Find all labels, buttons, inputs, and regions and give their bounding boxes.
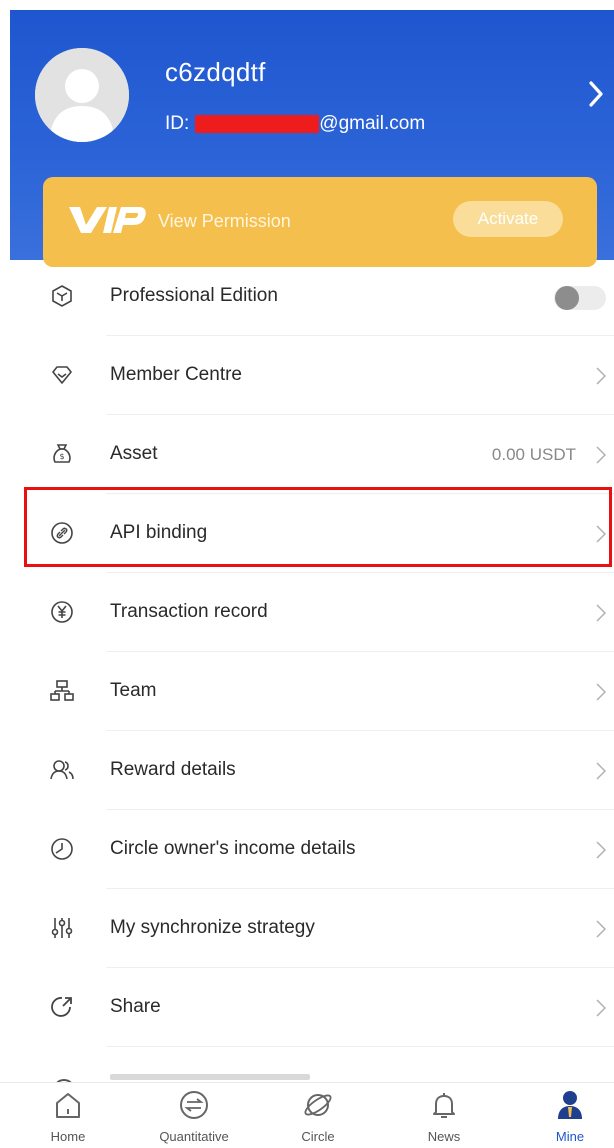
username: c6zdqdtf <box>165 57 266 87</box>
home-icon <box>56 1093 80 1118</box>
activate-button[interactable]: Activate <box>453 201 563 237</box>
divider <box>106 651 614 652</box>
divider <box>106 572 614 573</box>
highlight-box <box>24 487 612 567</box>
mine-page: c6zdqdtf ID: @gmail.com View Permission … <box>0 0 614 1148</box>
tab-circle-label: Circle <box>301 1129 335 1144</box>
exchange-icon <box>180 1091 208 1119</box>
menu-item-reward-details[interactable]: Reward details <box>0 732 614 810</box>
tab-mine-label: Mine <box>555 1129 585 1144</box>
money-bag-icon: $ <box>53 444 71 463</box>
menu-item-circle-owner-s-income-details[interactable]: Circle owner's income details <box>0 811 614 889</box>
divider <box>106 730 614 731</box>
cube-icon <box>52 285 72 307</box>
tab-quantitative-label: Quantitative <box>159 1129 229 1144</box>
sliders-icon <box>51 918 73 938</box>
user-id: ID: @gmail.com <box>165 113 425 135</box>
partial-text <box>110 1074 310 1080</box>
menu-item-label: My synchronize strategy <box>110 917 315 938</box>
user-id-label: ID: <box>165 113 190 134</box>
chevron-right-icon <box>596 920 606 938</box>
planet-icon <box>304 1094 332 1116</box>
menu-item-label: Circle owner's income details <box>110 838 356 859</box>
menu-item-label: Share <box>110 996 161 1017</box>
menu-item-share[interactable]: Share <box>0 969 614 1047</box>
divider <box>106 1046 614 1047</box>
clock-icon <box>51 838 73 860</box>
menu-item-label: Professional Edition <box>110 285 278 306</box>
divider <box>106 414 614 415</box>
chevron-right-icon <box>596 841 606 859</box>
tab-mine[interactable]: Mine <box>520 1083 614 1148</box>
chevron-right-icon <box>596 446 606 464</box>
menu-item-my-synchronize-strategy[interactable]: My synchronize strategy <box>0 890 614 968</box>
tab-news[interactable]: News <box>394 1083 494 1148</box>
menu-item-asset[interactable]: $ Asset 0.00 USDT <box>0 416 614 494</box>
menu-item-professional-edition[interactable]: Professional Edition <box>0 258 614 336</box>
avatar-placeholder-icon <box>35 48 129 142</box>
toggle-knob <box>555 286 579 310</box>
redaction-bar <box>195 115 320 133</box>
svg-text:$: $ <box>59 452 64 461</box>
chevron-right-icon[interactable] <box>588 80 604 108</box>
divider <box>106 967 614 968</box>
menu-item-team[interactable]: Team <box>0 653 614 731</box>
menu-item-value: 0.00 USDT <box>491 445 576 464</box>
person-icon <box>558 1091 582 1119</box>
vip-logo-icon <box>69 207 146 233</box>
yen-icon <box>51 601 73 623</box>
vip-permission-label[interactable]: View Permission <box>158 211 291 232</box>
user-email-suffix: @gmail.com <box>319 113 426 134</box>
menu-item-transaction-record[interactable]: Transaction record <box>0 574 614 652</box>
menu-item-label: Member Centre <box>110 364 242 385</box>
diamond-icon <box>52 366 72 384</box>
tab-home-label: Home <box>50 1129 86 1144</box>
chevron-right-icon <box>596 762 606 780</box>
menu-item-label: Team <box>110 680 157 701</box>
tab-home[interactable]: Home <box>18 1083 118 1148</box>
tab-circle[interactable]: Circle <box>268 1083 368 1148</box>
menu-item-member-centre[interactable]: Member Centre <box>0 337 614 415</box>
menu-item-label: Transaction record <box>110 601 268 622</box>
divider <box>106 888 614 889</box>
professional-edition-toggle[interactable] <box>554 286 606 310</box>
tab-quantitative[interactable]: Quantitative <box>144 1083 244 1148</box>
chevron-right-icon <box>596 604 606 622</box>
tab-bar: Home Quantitative Circle News Mine <box>0 1082 614 1148</box>
org-chart-icon <box>50 680 74 701</box>
chevron-right-icon <box>596 367 606 385</box>
divider <box>106 335 614 336</box>
menu-item-label: Asset <box>110 443 158 464</box>
chevron-right-icon <box>596 999 606 1017</box>
bell-icon <box>433 1093 455 1118</box>
divider <box>106 809 614 810</box>
avatar[interactable] <box>35 48 129 142</box>
tab-news-label: News <box>427 1129 461 1144</box>
users-icon <box>50 760 74 780</box>
menu-item-label: Reward details <box>110 759 236 780</box>
chevron-right-icon <box>596 683 606 701</box>
share-icon <box>51 997 72 1017</box>
vip-card[interactable]: View Permission Activate <box>43 177 597 267</box>
